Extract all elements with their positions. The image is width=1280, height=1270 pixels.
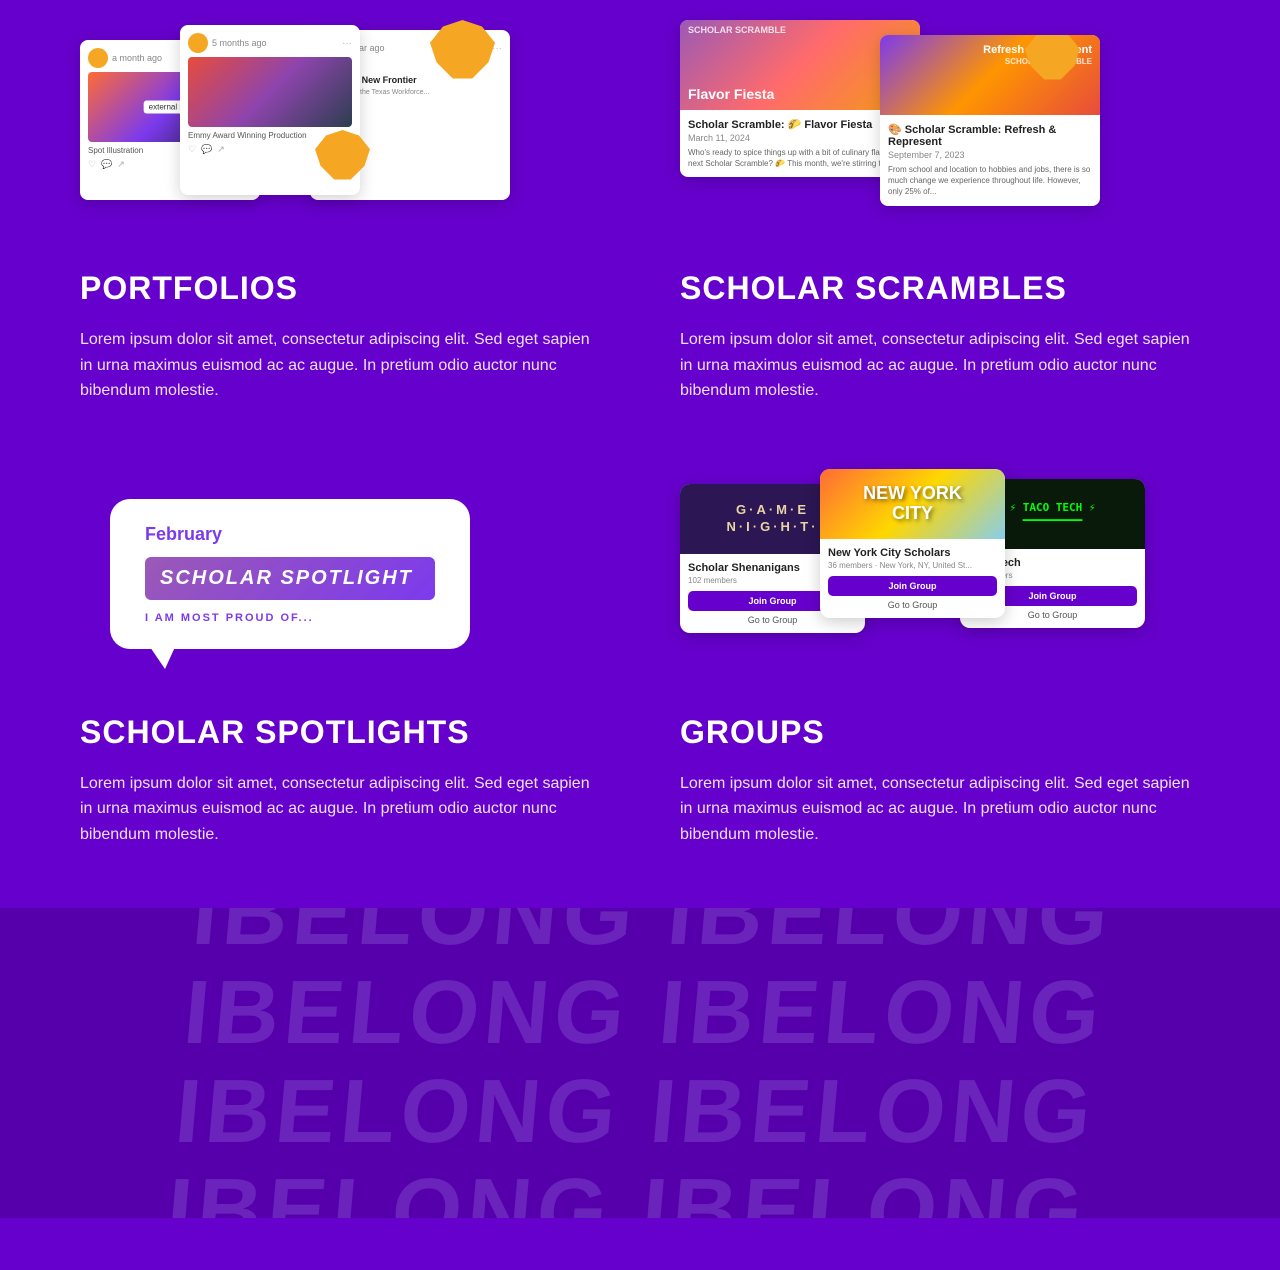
scramble-img-text: Flavor Fiesta — [688, 86, 774, 102]
groups-desc: Lorem ipsum dolor sit amet, consectetur … — [680, 771, 1200, 848]
portfolios-preview: a month ago ··· external link Spot Illus… — [80, 20, 500, 240]
scramble-body-2: 🎨 Scholar Scramble: Refresh & Represent … — [880, 115, 1100, 206]
group-img-taco-text: ⚡ TACO TECH ⚡━━━━━━━━━ — [1009, 501, 1095, 527]
features-grid: a month ago ··· external link Spot Illus… — [80, 20, 1200, 848]
spotlight-subtitle: I AM MOST PROUD OF... — [145, 612, 435, 624]
avatar — [88, 48, 108, 68]
group-img-nyc-text: NEW YORKCITY — [863, 484, 962, 524]
spotlight-desc: Lorem ipsum dolor sit amet, consectetur … — [80, 771, 600, 848]
scrambles-preview: Flavor Fiesta SCHOLAR SCRAMBLE Scholar S… — [680, 20, 1100, 240]
card-time: a month ago — [112, 53, 162, 63]
spotlight-title: SCHOLAR SPOTLIGHTS — [80, 714, 600, 751]
groups-preview: G·A·M·EN·I·G·H·T· Scholar Shenanigans 10… — [680, 464, 1100, 684]
scramble-card-secondary: Refresh & Represent SCHOLAR SCRAMBLE 🎨 S… — [880, 35, 1100, 206]
scramble-title-2: 🎨 Scholar Scramble: Refresh & Represent — [888, 123, 1092, 148]
group-name-2: New York City Scholars — [828, 547, 997, 559]
group-join-btn-2[interactable]: Join Group — [828, 576, 997, 596]
spotlight-card-title: SCHOLAR SPOTLIGHT — [160, 567, 420, 590]
scramble-desc: Who's ready to spice things up with a bi… — [688, 147, 912, 169]
spotlight-section: February SCHOLAR SPOTLIGHT I AM MOST PRO… — [80, 464, 600, 848]
spotlight-title-box: SCHOLAR SPOTLIGHT — [145, 557, 435, 600]
portfolio-card-2: 5 months ago ··· Emmy Award Winning Prod… — [180, 25, 360, 195]
spotlight-month: February — [145, 524, 435, 545]
footer-watermark: IBELONG IBELONG IBELONG IBELONG IBELONG … — [0, 908, 1280, 1218]
scramble-blob — [1025, 35, 1080, 85]
groups-title: GROUPS — [680, 714, 1200, 751]
spotlight-preview: February SCHOLAR SPOTLIGHT I AM MOST PRO… — [80, 464, 500, 684]
portfolios-desc: Lorem ipsum dolor sit amet, consectetur … — [80, 327, 600, 404]
group-card-2: NEW YORKCITY New York City Scholars 36 m… — [820, 469, 1005, 618]
avatar — [188, 33, 208, 53]
group-go-btn-2[interactable]: Go to Group — [828, 600, 997, 610]
portfolios-title: PORTFOLIOS — [80, 270, 600, 307]
scramble-title: Scholar Scramble: 🌮 Flavor Fiesta — [688, 118, 912, 131]
group-img-nyc: NEW YORKCITY — [820, 469, 1005, 539]
scramble-image-2: Refresh & Represent SCHOLAR SCRAMBLE — [880, 35, 1100, 115]
scramble-date: March 11, 2024 — [688, 133, 912, 143]
card-time: 5 months ago — [212, 38, 267, 48]
group-meta-2: 36 members · New York, NY, United St... — [828, 561, 997, 570]
groups-section: G·A·M·EN·I·G·H·T· Scholar Shenanigans 10… — [680, 464, 1200, 848]
scramble-date-2: September 7, 2023 — [888, 150, 1092, 160]
scrambles-section: Flavor Fiesta SCHOLAR SCRAMBLE Scholar S… — [680, 20, 1200, 404]
watermark-text: IBELONG IBELONG IBELONG IBELONG IBELONG … — [0, 908, 1280, 1218]
scramble-desc-2: From school and location to hobbies and … — [888, 164, 1092, 198]
main-content: a month ago ··· external link Spot Illus… — [0, 0, 1280, 908]
spotlight-bubble: February SCHOLAR SPOTLIGHT I AM MOST PRO… — [110, 499, 470, 649]
scrambles-desc: Lorem ipsum dolor sit amet, consectetur … — [680, 327, 1200, 404]
group-body-2: New York City Scholars 36 members · New … — [820, 539, 1005, 618]
portfolios-section: a month ago ··· external link Spot Illus… — [80, 20, 600, 404]
scrambles-title: SCHOLAR SCRAMBLES — [680, 270, 1200, 307]
